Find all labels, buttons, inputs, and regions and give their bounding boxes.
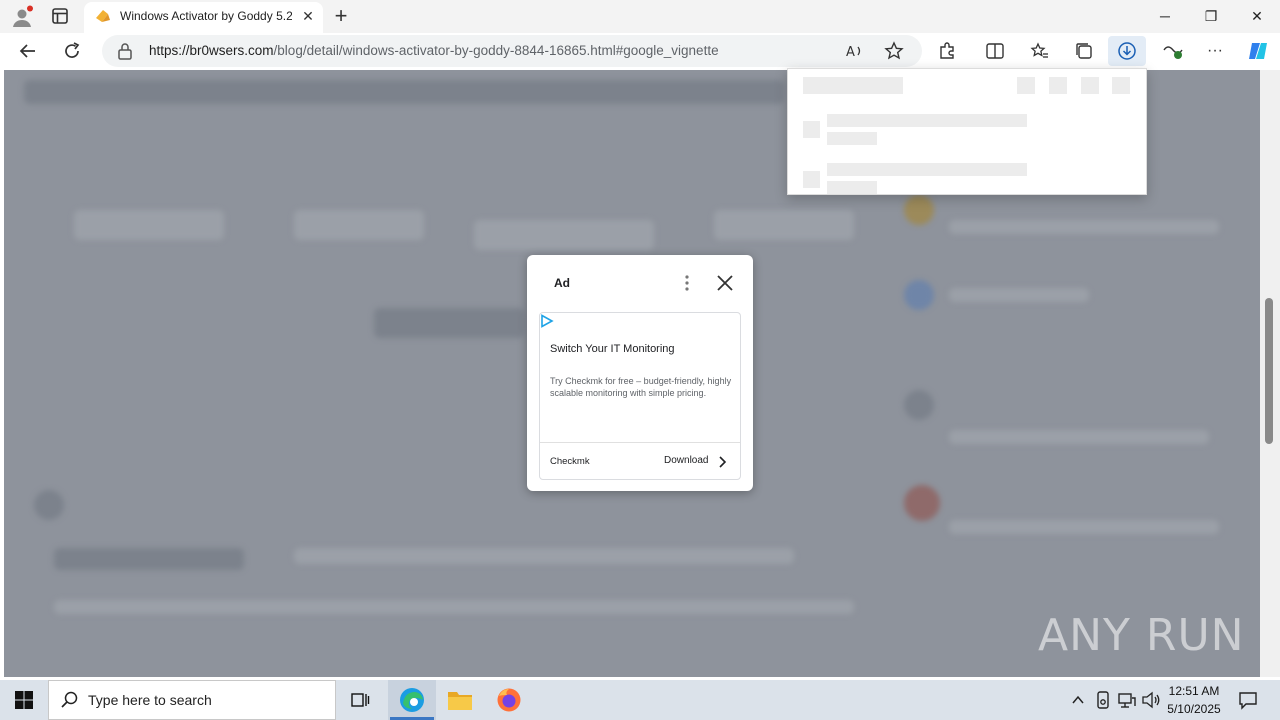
tab-actions-icon[interactable] [50,6,70,26]
ad-headline[interactable]: Switch Your IT Monitoring [550,343,675,355]
skeleton-line [827,163,1027,176]
read-aloud-icon[interactable]: A [844,41,864,61]
skeleton-line [827,181,877,194]
favorites-icon[interactable] [1030,41,1050,61]
edge-icon [398,686,426,714]
favorite-star-icon[interactable] [884,41,904,61]
clock-time[interactable]: 12:51 AM [1158,684,1230,698]
notifications-icon[interactable] [1238,690,1258,710]
blurred-block [374,308,524,338]
skeleton-action [1081,77,1099,94]
ad-advertiser: Checkmk [550,456,590,467]
blurred-block [474,220,654,250]
chevron-right-icon [717,455,727,468]
ad-close-icon[interactable] [716,274,734,292]
network-icon[interactable] [1117,690,1137,710]
blurred-block [54,600,854,614]
skeleton-line [827,114,1027,127]
chevron-up-icon[interactable] [1070,692,1086,708]
back-arrow-icon[interactable] [18,41,38,61]
profile-icon[interactable] [10,5,34,29]
blurred-block [949,288,1089,302]
skeleton-title [803,77,903,94]
download-icon [1118,42,1136,60]
skeleton-action [1017,77,1035,94]
file-explorer-icon[interactable] [447,688,473,712]
split-screen-icon[interactable] [985,41,1005,61]
skeleton-file-icon [803,121,820,138]
minimize-button[interactable]: ─ [1142,0,1188,32]
task-view-icon[interactable] [350,690,370,710]
anyrun-watermark: ANY RUN [1038,610,1245,661]
firefox-icon[interactable] [496,687,522,713]
skeleton-line [827,132,877,145]
blurred-header [24,80,784,104]
blurred-block [714,210,854,240]
downloads-button[interactable] [1108,36,1146,66]
skeleton-action [1049,77,1067,94]
lock-icon[interactable] [117,42,133,60]
ad-body-text: Try Checkmk for free – budget-friendly, … [550,376,732,398]
close-window-button[interactable]: ✕ [1234,0,1280,32]
device-icon[interactable] [1094,690,1112,710]
ad-options-icon[interactable] [682,274,692,292]
browser-essentials-icon[interactable] [1162,41,1184,61]
refresh-icon[interactable] [62,41,82,61]
search-icon [60,690,80,710]
adchoices-icon[interactable] [540,314,554,328]
svg-text:A: A [846,45,855,60]
new-tab-button[interactable]: + [330,3,352,29]
tab-title: Windows Activator by Goddy 5.2 [120,9,292,23]
skeleton-file-icon [803,171,820,188]
search-placeholder: Type here to search [88,692,212,708]
clock-date[interactable]: 5/10/2025 [1158,702,1230,716]
maximize-button[interactable]: ❐ [1188,0,1234,32]
windows-start-icon[interactable] [14,690,34,710]
blurred-block [949,520,1219,534]
blurred-block [34,490,64,520]
downloads-flyout [787,68,1147,195]
blurred-block [949,430,1209,444]
blurred-block [74,210,224,240]
extensions-icon[interactable] [937,41,957,61]
url-domain: https://br0wsers.com [149,43,274,58]
blurred-block [904,195,934,225]
more-options-icon[interactable]: ··· [1205,41,1225,61]
url-path: /blog/detail/windows-activator-by-goddy-… [273,43,719,58]
blurred-block [294,548,794,564]
collections-icon[interactable] [1074,41,1094,61]
blurred-block [54,548,244,570]
ad-cta-label: Download [664,455,709,466]
url-text[interactable]: https://br0wsers.com/blog/detail/windows… [149,43,719,58]
blurred-block [949,220,1219,234]
ad-divider [540,442,740,443]
ad-download-button[interactable]: Download [664,455,708,466]
blurred-block [904,390,934,420]
scrollbar-thumb[interactable] [1265,298,1273,444]
blurred-block [904,280,934,310]
copilot-icon[interactable] [1246,39,1270,63]
skeleton-action [1112,77,1130,94]
tab-close-icon[interactable]: ✕ [299,7,317,25]
ad-label: Ad [554,276,570,290]
favicon-icon [94,8,112,26]
blurred-block [904,485,940,521]
blurred-block [294,210,424,240]
